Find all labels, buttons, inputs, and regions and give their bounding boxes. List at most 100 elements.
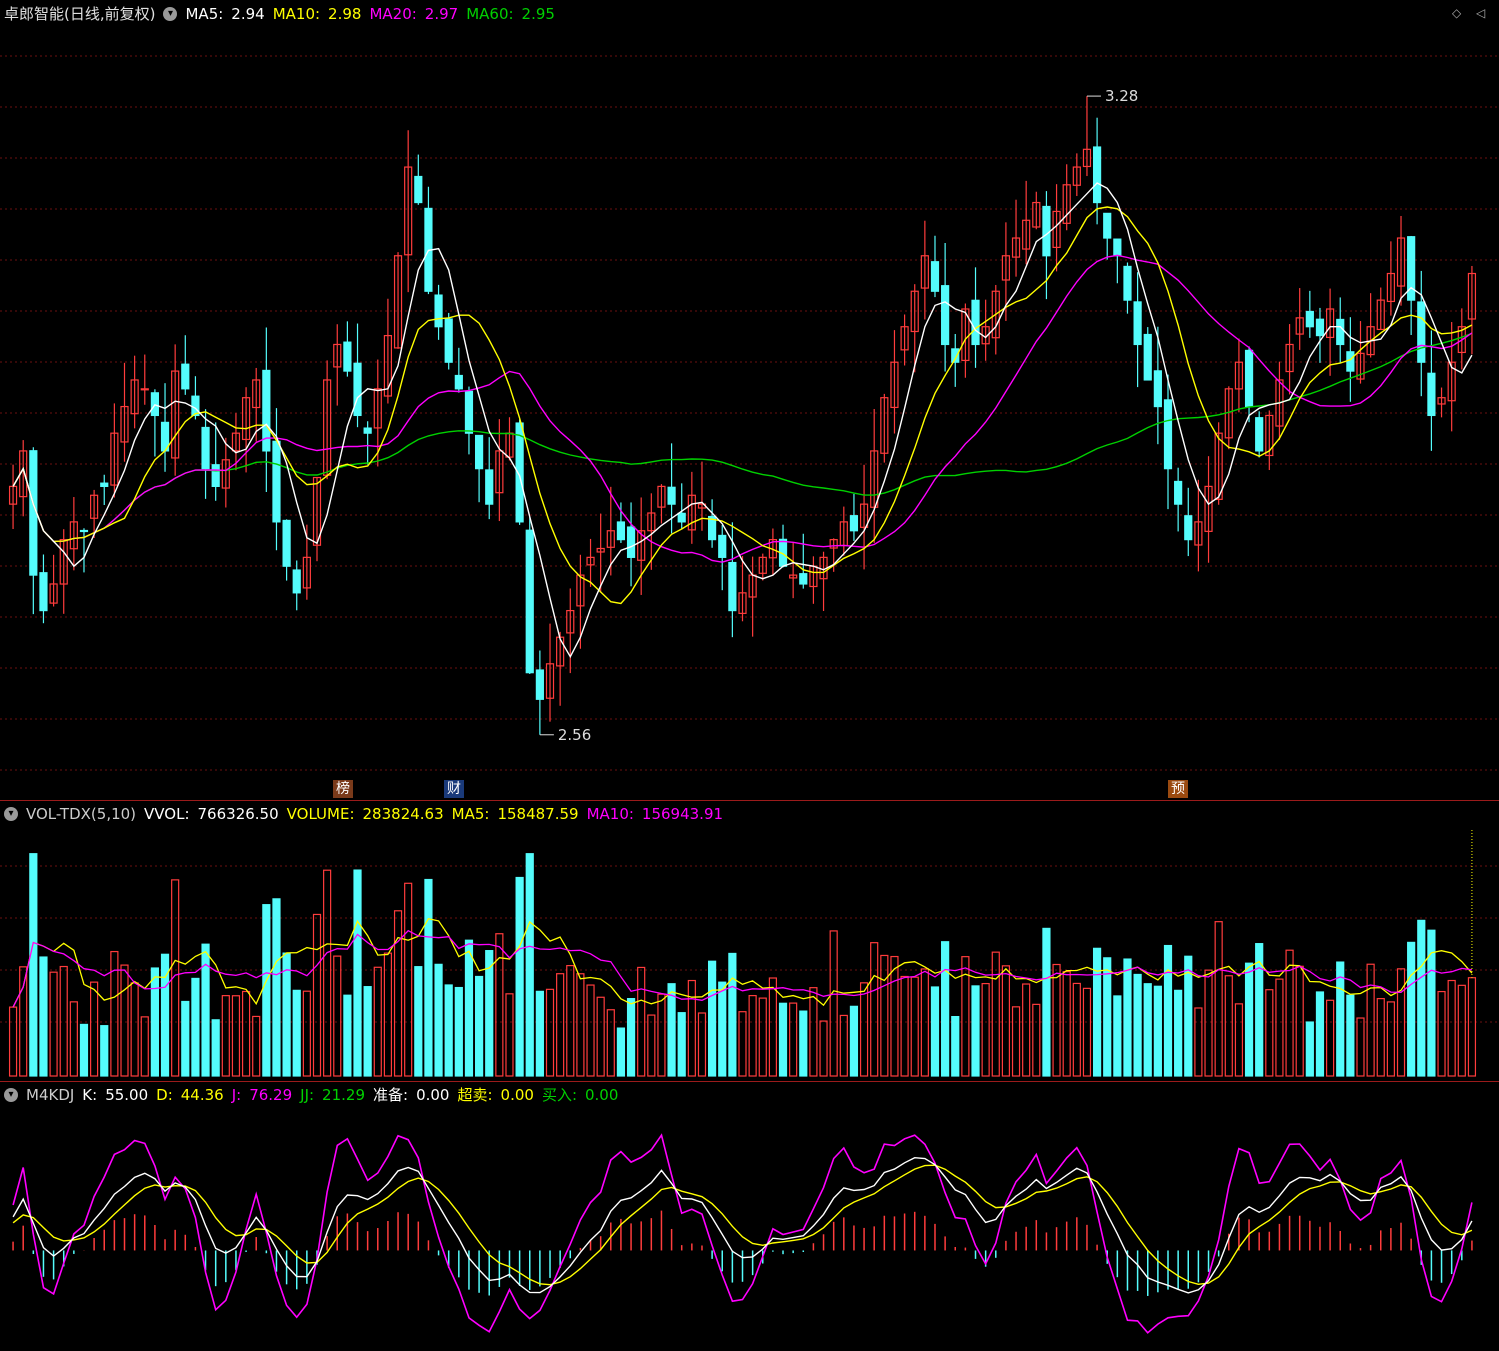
candle-body bbox=[201, 426, 210, 470]
vvol-value: 766326.50 bbox=[197, 805, 279, 823]
volume-bar bbox=[1052, 963, 1061, 1077]
volume-bar bbox=[941, 941, 950, 1077]
stock-title[interactable]: 卓郎智能(日线,前复权) bbox=[4, 2, 155, 26]
ma20-line bbox=[12, 254, 1473, 563]
volume-bar bbox=[1467, 977, 1477, 1077]
candle-body bbox=[1417, 301, 1426, 363]
j-label: J: bbox=[231, 1086, 242, 1104]
diamond-icon[interactable]: ◇ bbox=[1452, 6, 1461, 20]
volume-bar bbox=[434, 963, 443, 1077]
volume-bar bbox=[596, 996, 605, 1077]
volume-bar bbox=[302, 990, 311, 1077]
ma20-value: 2.97 bbox=[424, 5, 459, 23]
kdj-name[interactable]: M4KDJ bbox=[26, 1083, 74, 1107]
separator-2 bbox=[0, 1081, 1499, 1082]
volume-bar bbox=[241, 990, 251, 1077]
volume-bar bbox=[262, 904, 271, 1077]
tag-yu[interactable]: 预 bbox=[1168, 780, 1188, 798]
vol-header: ▾ VOL-TDX(5,10) VVOL: 766326.50 VOLUME: 28… bbox=[0, 802, 725, 826]
candle-body bbox=[353, 362, 362, 417]
ma20-label: MA20: bbox=[369, 5, 417, 23]
ma10-value: 2.98 bbox=[328, 5, 362, 23]
volume-bar bbox=[626, 998, 636, 1077]
volume-bar bbox=[1022, 983, 1031, 1077]
volume-bar bbox=[515, 876, 524, 1077]
separator-1 bbox=[0, 800, 1499, 801]
high-label: 3.28 bbox=[1105, 87, 1138, 105]
volume-bar bbox=[505, 993, 514, 1077]
volume-bar bbox=[1143, 983, 1152, 1077]
volume-bar bbox=[991, 951, 1000, 1077]
settings-circle-icon[interactable]: ▾ bbox=[4, 807, 18, 821]
volume-bar bbox=[738, 1011, 747, 1077]
candle-body bbox=[667, 486, 676, 505]
candle-body bbox=[29, 450, 38, 576]
candle-body bbox=[718, 534, 727, 558]
candle-body bbox=[616, 521, 626, 541]
tag-cai[interactable]: 财 bbox=[444, 780, 464, 798]
volume-chart[interactable] bbox=[0, 826, 1499, 1080]
candle-body bbox=[1427, 372, 1436, 417]
volume-bar bbox=[718, 981, 727, 1077]
volume-bar bbox=[1174, 989, 1183, 1077]
candle-body bbox=[292, 569, 301, 594]
volume-bar bbox=[404, 882, 413, 1077]
volume-bar bbox=[667, 983, 676, 1077]
volume-bar bbox=[576, 973, 585, 1077]
volume-bar bbox=[1224, 975, 1233, 1077]
volume-bar bbox=[69, 1001, 78, 1077]
candle-body bbox=[100, 482, 109, 488]
low-label: 2.56 bbox=[558, 726, 591, 744]
candle-body bbox=[140, 388, 149, 391]
volume-bar bbox=[880, 954, 889, 1077]
candle-body bbox=[434, 294, 443, 328]
settings-circle-icon[interactable]: ▾ bbox=[163, 7, 178, 21]
volume-bar bbox=[859, 982, 869, 1077]
volume-bar bbox=[29, 853, 38, 1077]
kdj-chart[interactable] bbox=[0, 1107, 1499, 1351]
settings-circle-icon[interactable]: ▾ bbox=[4, 1088, 18, 1102]
candle-body bbox=[454, 374, 463, 390]
candlestick-chart[interactable]: 3.28 2.56 bbox=[0, 26, 1499, 800]
volume-bar bbox=[150, 967, 159, 1077]
volume-value: 283824.63 bbox=[362, 805, 444, 823]
candle-body bbox=[1103, 212, 1112, 239]
vol-name[interactable]: VOL-TDX(5,10) bbox=[26, 802, 136, 826]
volume-bar bbox=[1265, 989, 1274, 1077]
candle-body bbox=[930, 261, 940, 292]
volume-bar bbox=[120, 964, 129, 1077]
candle-body bbox=[79, 529, 89, 533]
ma5-label: MA5: bbox=[185, 5, 224, 23]
expand-icon[interactable]: ◁ bbox=[1476, 6, 1485, 20]
volume-bar bbox=[454, 986, 463, 1077]
volume-bar bbox=[849, 1005, 859, 1077]
jj-value: 21.29 bbox=[322, 1086, 365, 1104]
main-header: 卓郎智能(日线,前复权) ▾ MA5: 2.94 MA10: 2.98 MA20: 2… bbox=[0, 2, 557, 26]
volume-bar bbox=[363, 986, 372, 1077]
candle-body bbox=[1346, 351, 1355, 372]
volume-bar bbox=[333, 955, 342, 1077]
volume-bar bbox=[49, 971, 58, 1077]
volume-bar bbox=[535, 990, 544, 1077]
volume-bar bbox=[140, 1016, 149, 1077]
volume-bar bbox=[1194, 1007, 1203, 1077]
volume-bar bbox=[1153, 985, 1162, 1077]
tag-bang[interactable]: 榜 bbox=[333, 780, 353, 798]
volume-bar bbox=[809, 987, 818, 1077]
volume-bar bbox=[393, 910, 403, 1077]
volume-bar bbox=[545, 988, 555, 1077]
volume-bar bbox=[1376, 998, 1385, 1077]
volume-bar bbox=[1214, 921, 1223, 1077]
volume-bar bbox=[768, 977, 777, 1077]
volume-bar bbox=[1386, 1001, 1395, 1077]
vvol-label: VVOL: bbox=[144, 805, 190, 823]
volume-bar bbox=[231, 995, 241, 1077]
volume-bar bbox=[930, 986, 940, 1077]
volume-bar bbox=[525, 853, 534, 1077]
k-value: 55.00 bbox=[105, 1086, 149, 1104]
volume-bar bbox=[323, 869, 332, 1077]
volume-bar bbox=[292, 989, 301, 1077]
volume-bar bbox=[1072, 982, 1081, 1077]
volume-bar bbox=[708, 960, 717, 1077]
volume-bar bbox=[1366, 963, 1375, 1077]
